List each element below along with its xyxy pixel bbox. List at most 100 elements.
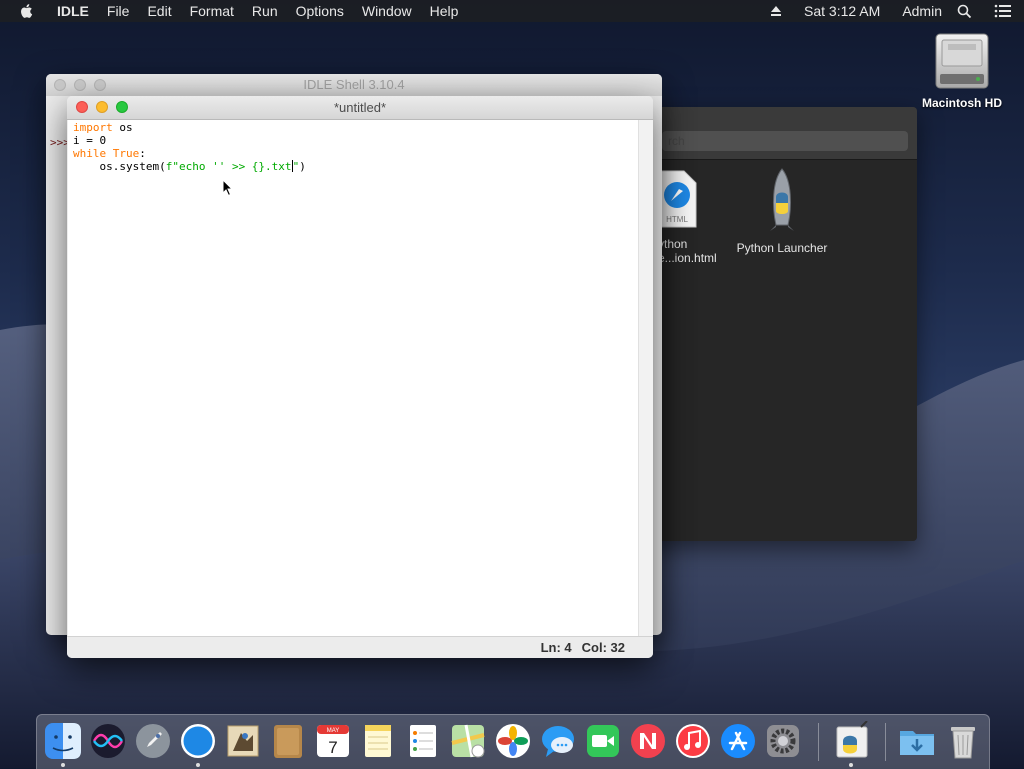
status-column: Col: 32 [581,640,625,655]
running-indicator [849,763,853,767]
dock-photos[interactable] [493,721,533,761]
idle-editor-window[interactable]: *untitled* import os i = 0 while True: os.… [67,96,653,658]
finder-file-python-launcher[interactable]: Python Launcher [732,167,832,255]
python-idle-icon [836,721,868,758]
finder-search-field[interactable]: rch [662,131,908,151]
trash-icon [951,727,975,759]
file-name: Python Launcher [736,241,828,255]
dock-separator [818,723,819,761]
keyword-while: while [73,147,107,160]
hard-disk-icon [935,33,989,89]
dock-calendar[interactable]: MAY 7 [313,721,353,761]
mouse-pointer-icon [222,179,234,197]
dock-safari[interactable] [178,721,218,761]
safari-icon [181,724,215,758]
menu-edit[interactable]: Edit [138,0,180,22]
code-line-3: while True: [73,147,633,160]
maps-icon [451,724,485,758]
dock-maps[interactable] [448,721,488,761]
shell-titlebar: IDLE Shell 3.10.4 [46,74,662,96]
siri-icon [91,724,125,758]
calendar-month: MAY [327,728,340,734]
dock-separator [885,723,886,761]
menu-window[interactable]: Window [353,0,421,22]
facetime-icon [587,725,619,757]
finder-window[interactable]: rch HTML ython e...ion.html Python Launc… [640,107,917,541]
spotlight-search-icon[interactable] [946,4,983,19]
menu-bar: IDLE File Edit Format Run Options Window… [0,0,1024,22]
dock-contacts[interactable] [268,721,308,761]
editor-scrollbar[interactable] [638,120,653,636]
dock-mail[interactable] [223,721,263,761]
contacts-icon [274,725,302,758]
dock-reminders[interactable] [403,721,443,761]
disk-label: Macintosh HD [921,96,1002,110]
file-name-line2: e...ion.html [658,251,717,265]
menu-run[interactable]: Run [243,0,287,22]
code-line-1: import os [73,121,633,134]
menu-file[interactable]: File [98,0,139,22]
macintosh-hd-disk[interactable]: Macintosh HD [912,30,1012,110]
dock-launchpad[interactable] [133,721,173,761]
menu-options[interactable]: Options [287,0,353,22]
app-store-icon [721,724,755,758]
editor-title: *untitled* [333,100,387,115]
calendar-day: 7 [328,738,337,757]
running-indicator [196,763,200,767]
menu-app-idle[interactable]: IDLE [48,0,98,22]
editor-titlebar: *untitled* [67,96,653,120]
news-icon [631,724,665,758]
dock-siri[interactable] [88,721,128,761]
code-text: os.system( [73,160,166,173]
reminders-icon [410,725,436,757]
code-text: : [139,147,146,160]
notes-icon [365,725,391,757]
file-name-line1: ython [658,237,688,251]
dock-facetime[interactable] [583,721,623,761]
dock-system-preferences[interactable] [763,721,803,761]
apple-icon[interactable] [18,2,36,20]
system-preferences-icon [767,725,799,757]
notification-center-icon[interactable] [983,4,1024,18]
photos-icon [496,724,530,758]
mail-icon [227,725,259,757]
finder-icon [45,723,81,759]
dock-messages[interactable] [538,721,578,761]
python-launcher-icon [770,168,794,231]
dock-trash[interactable] [943,721,983,761]
code-line-4: os.system(f"echo '' >> {}.txt") [73,160,633,173]
downloads-icon [900,731,934,755]
string-literal: f"echo '' >> {}.txt [165,160,292,173]
dock-news[interactable] [628,721,668,761]
music-icon [676,724,710,758]
menu-help[interactable]: Help [421,0,468,22]
menu-format[interactable]: Format [181,0,243,22]
dock-music[interactable] [673,721,713,761]
code-text: os [112,121,133,134]
editor-status-bar: Ln: 4 Col: 32 [67,636,653,658]
dock-notes[interactable] [358,721,398,761]
code-line-2: i = 0 [73,134,107,147]
status-line: Ln: 4 [540,640,572,655]
shell-title: IDLE Shell 3.10.4 [303,77,405,92]
dock-python-idle[interactable] [831,721,871,761]
running-indicator [61,763,65,767]
html-badge: HTML [666,215,688,224]
dock-finder[interactable] [43,721,83,761]
dock: MAY 7 [36,714,990,769]
messages-icon [542,726,574,757]
launchpad-icon [136,724,170,758]
finder-file-html[interactable]: HTML ython e...ion.html [658,167,726,265]
code-editor-area[interactable]: import os i = 0 while True: os.system(f"ec… [68,120,638,636]
html-file-icon: HTML [658,170,697,228]
keyword-true: True [112,147,140,160]
keyword-import: import [73,121,113,134]
eject-icon[interactable] [759,5,793,17]
menubar-user[interactable]: Admin [891,0,946,22]
dock-app-store[interactable] [718,721,758,761]
dock-downloads[interactable] [897,721,937,761]
menubar-clock[interactable]: Sat 3:12 AM [793,0,891,22]
calendar-icon: MAY 7 [317,725,349,757]
code-text: ) [299,160,306,173]
